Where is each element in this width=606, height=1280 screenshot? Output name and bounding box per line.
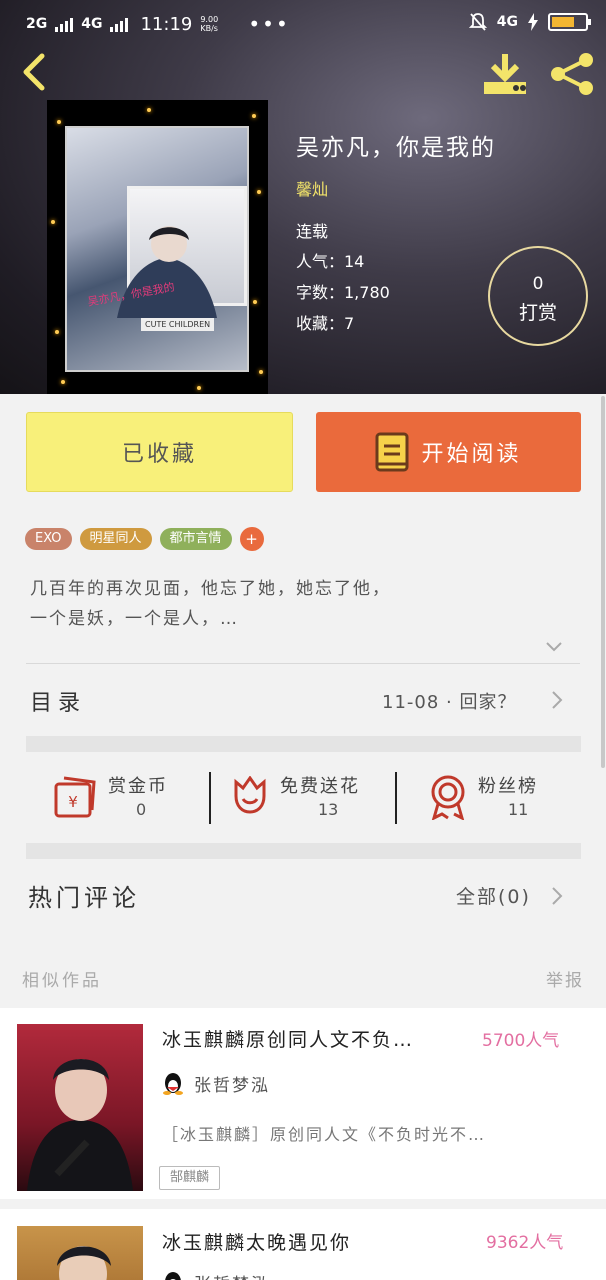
tag-chip[interactable]: EXO [25,528,72,550]
book-header: 2G 4G 11:19 9.00 KB/s ••• 4G 吴亦凡，你是我的 CU… [0,0,606,394]
network-speed: 9.00 KB/s [200,15,219,33]
expand-chevron-icon[interactable] [545,640,563,654]
free-flower-value: 13 [318,800,339,819]
book-description[interactable]: 几百年的再次见面，他忘了她，她忘了他， 一个是妖，一个是人，… [30,574,570,634]
start-reading-button[interactable]: 开始阅读 [316,412,581,492]
book-favorites: 收藏：7 [296,314,355,333]
book-author[interactable]: 馨灿 [296,176,328,200]
hot-comments-label: 热门评论 [28,884,140,912]
similar-works-header: 相似作品 举报 [0,950,606,1008]
book-title: 吴亦凡，你是我的 [296,135,496,161]
download-icon[interactable] [480,52,530,96]
work-tag[interactable]: 郜麒麟 [159,1166,221,1190]
description-line-2: 一个是妖，一个是人，… [30,609,239,629]
charging-icon [528,13,538,31]
scrollbar[interactable] [601,396,605,768]
work-popularity: 5700人气 [482,1031,560,1051]
cover-artwork [65,126,249,372]
mute-bell-icon [468,13,487,31]
tag-chip[interactable]: 都市言情 [159,528,232,550]
reward-label: 打赏 [518,302,557,324]
reward-count: 0 [532,274,544,294]
cover-subtitle: CUTE CHILDREN [141,318,215,331]
tag-list: EXO 明星同人 都市言情 + [25,527,264,551]
stat-divider [209,772,211,824]
list-divider [0,1199,606,1209]
coin-reward-stat[interactable]: ¥ 赏金币 0 [52,770,202,830]
share-icon[interactable] [548,50,596,98]
add-tag-button[interactable]: + [239,527,264,551]
coin-reward-value: 0 [136,800,147,819]
svg-text:¥: ¥ [68,793,78,811]
work-title: 冰玉麒麟太晚遇见你 [162,1232,352,1254]
signal-icon-2 [110,16,129,32]
free-flower-label: 免费送花 [280,776,360,797]
medal-icon [431,775,465,820]
network-2g-label: 2G [26,16,48,32]
network-4g-label: 4G [81,16,103,32]
book-popularity: 人气：14 [296,252,365,271]
work-description: ［冰玉麒麟］原创同人文《不负时光不… [162,1125,487,1144]
all-comments-link: 全部(0) [456,886,531,908]
back-arrow-icon[interactable] [18,52,48,92]
book-cover[interactable]: 吴亦凡，你是我的 CUTE CHILDREN [47,100,268,394]
book-word-count: 字数：1,780 [296,283,390,302]
coin-reward-label: 赏金币 [108,776,168,797]
divider [26,663,580,664]
work-thumbnail [17,1226,143,1280]
signal-icon [55,16,74,32]
book-detail-screen: 2G 4G 11:19 9.00 KB/s ••• 4G 吴亦凡，你是我的 CU… [0,0,606,1280]
work-thumbnail [17,1024,143,1191]
toc-label: 目录 [30,691,87,716]
free-flower-stat[interactable]: 免费送花 13 [232,770,392,830]
latest-chapter: 11-08 · 回家？ [382,692,517,713]
work-title: 冰玉麒麟原创同人文不负… [162,1029,415,1051]
qq-penguin-icon [163,1073,183,1095]
fan-ranking-stat[interactable]: 粉丝榜 11 [428,770,578,830]
fan-ranking-label: 粉丝榜 [478,776,538,797]
favorited-button[interactable]: 已收藏 [26,412,293,492]
battery-icon [548,13,591,31]
start-reading-label: 开始阅读 [421,442,522,467]
network-4g-right: 4G [496,14,518,30]
chevron-right-icon [552,691,563,709]
stat-divider [395,772,397,824]
coin-envelope-icon: ¥ [54,776,96,818]
clock: 11:19 [140,13,193,35]
work-author: 张哲梦泓 [194,1270,270,1280]
report-link[interactable]: 举报 [546,966,584,991]
similar-works-label: 相似作品 [22,971,102,991]
tag-chip[interactable]: 明星同人 [79,528,152,550]
qq-penguin-icon [165,1272,181,1280]
flower-icon [234,776,266,814]
book-icon [375,432,409,472]
section-separator [26,843,581,859]
person-thumbnail-art [57,1246,111,1280]
chevron-right-icon [552,887,563,905]
book-status: 连载 [296,222,329,241]
status-bar: 2G 4G 11:19 9.00 KB/s ••• 4G [0,0,606,46]
work-author: 张哲梦泓 [194,1076,270,1096]
favorited-label: 已收藏 [121,442,197,467]
section-separator [26,736,581,752]
more-notifications-icon: ••• [248,12,290,36]
person-thumbnail-art [27,1059,133,1191]
fan-ranking-value: 11 [508,800,529,819]
description-line-1: 几百年的再次见面，他忘了她，她忘了他， [30,579,391,599]
work-popularity: 9362人气 [486,1233,564,1253]
reward-button[interactable]: 0 打赏 [488,246,588,346]
